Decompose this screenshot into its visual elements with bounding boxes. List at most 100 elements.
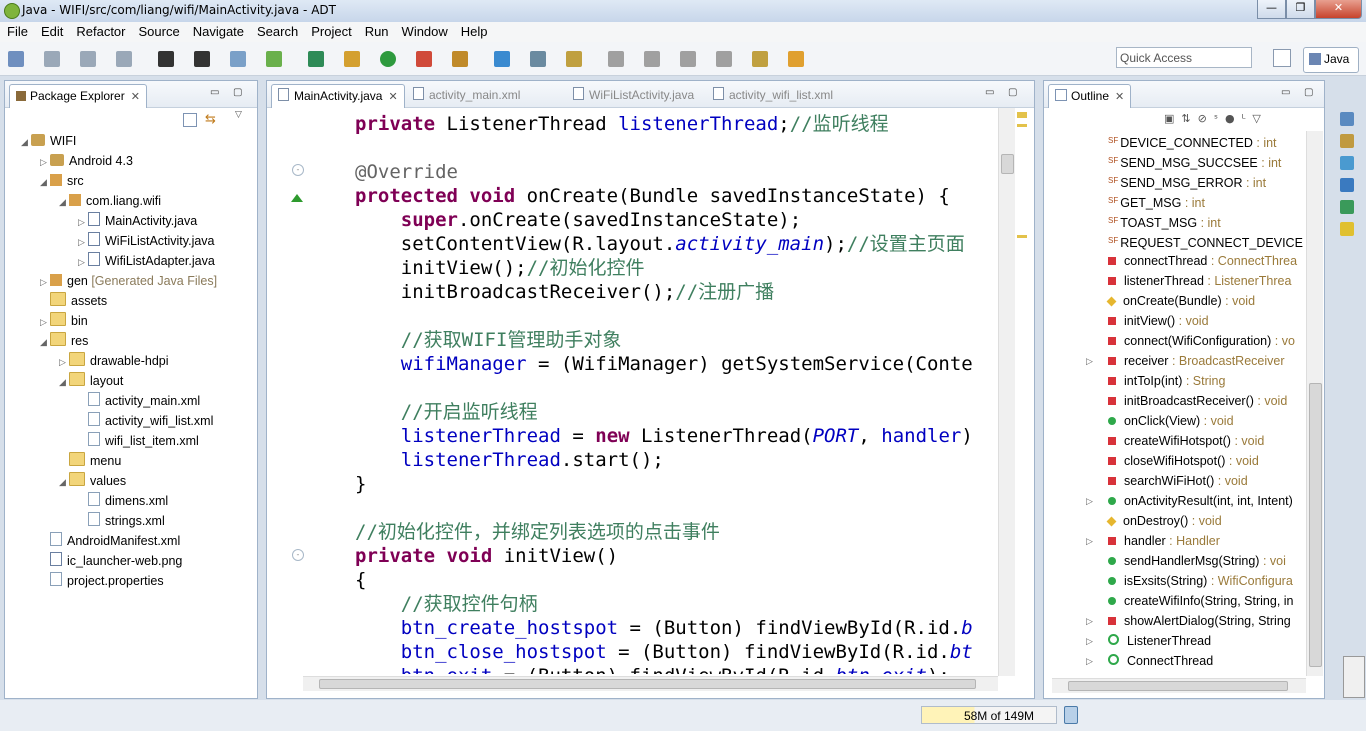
- menu-search[interactable]: Search: [250, 22, 304, 42]
- android-sdk-icon[interactable]: [230, 51, 246, 67]
- new-icon[interactable]: [8, 51, 24, 67]
- tree-item[interactable]: strings.xml: [78, 511, 165, 531]
- declaration-icon[interactable]: [1340, 134, 1354, 148]
- expanded-arrow-icon[interactable]: ◢: [59, 472, 69, 492]
- debug-icon[interactable]: [344, 51, 360, 67]
- restore-button[interactable]: ❐: [1286, 0, 1315, 19]
- tree-item[interactable]: ▷ Android 4.3: [40, 151, 133, 171]
- tree-item[interactable]: ◢ values: [59, 471, 126, 491]
- tree-item[interactable]: ic_launcher-web.png: [40, 551, 182, 571]
- collapsed-arrow-icon[interactable]: ▷: [1086, 531, 1093, 551]
- menu-edit[interactable]: Edit: [34, 22, 69, 42]
- run-icon[interactable]: [380, 51, 396, 67]
- external-tools-icon[interactable]: [416, 51, 432, 67]
- tab-outline[interactable]: Outline ✕: [1048, 84, 1132, 108]
- trim-console-icon[interactable]: [1343, 656, 1365, 698]
- tree-item[interactable]: activity_main.xml: [78, 391, 200, 411]
- tree-item[interactable]: AndroidManifest.xml: [40, 531, 180, 551]
- tree-item[interactable]: ◢ WIFI: [21, 131, 76, 151]
- tab-package-explorer[interactable]: Package Explorer ✕: [9, 84, 147, 108]
- hide-nonpublic-icon[interactable]: ●: [1225, 112, 1242, 125]
- tree-item[interactable]: ◢ src: [40, 171, 84, 191]
- overview-marker[interactable]: [1017, 235, 1027, 238]
- sort-icon[interactable]: ⇅: [1181, 112, 1197, 125]
- scrollbar-thumb[interactable]: [319, 679, 976, 689]
- scrollbar-thumb[interactable]: [1309, 383, 1322, 667]
- minimize-icon[interactable]: ▭: [210, 87, 219, 98]
- hide-local-types-icon[interactable]: ᴸ: [1242, 112, 1253, 125]
- tree-item[interactable]: ▷ gen [Generated Java Files]: [40, 271, 217, 291]
- tree-item[interactable]: menu: [59, 451, 121, 471]
- forward-icon[interactable]: [752, 51, 768, 67]
- collapsed-arrow-icon[interactable]: ▷: [40, 312, 50, 332]
- collapsed-arrow-icon[interactable]: ▷: [78, 232, 88, 252]
- open-type-icon[interactable]: [452, 51, 468, 67]
- view-menu-icon[interactable]: ▽: [235, 110, 242, 120]
- java-perspective-button[interactable]: Java: [1303, 47, 1359, 73]
- collapsed-arrow-icon[interactable]: ▷: [1086, 611, 1093, 631]
- collapsed-arrow-icon[interactable]: ▷: [78, 212, 88, 232]
- tree-item[interactable]: ▷ bin: [40, 311, 88, 331]
- close-button[interactable]: ✕: [1315, 0, 1362, 19]
- hide-static-icon[interactable]: ˢ: [1214, 112, 1225, 125]
- maximize-icon[interactable]: ▢: [1304, 87, 1313, 98]
- collapsed-arrow-icon[interactable]: ▷: [40, 272, 50, 292]
- pin-icon[interactable]: [788, 51, 804, 67]
- collapsed-arrow-icon[interactable]: ▷: [1086, 351, 1093, 371]
- editor-tab[interactable]: activity_main.xml: [407, 84, 526, 107]
- minimize-button[interactable]: —: [1257, 0, 1286, 19]
- download-icon[interactable]: [194, 51, 210, 67]
- menu-run[interactable]: Run: [358, 22, 395, 42]
- expanded-arrow-icon[interactable]: ◢: [21, 132, 31, 152]
- editor-tab[interactable]: activity_wifi_list.xml: [707, 84, 839, 107]
- maximize-icon[interactable]: ▢: [233, 87, 242, 98]
- console-icon[interactable]: [1340, 178, 1354, 192]
- search-results-icon[interactable]: [1340, 156, 1354, 170]
- editor-horizontal-scrollbar[interactable]: [303, 676, 998, 691]
- menu-window[interactable]: Window: [395, 22, 454, 42]
- outline-vertical-scrollbar[interactable]: [1306, 131, 1323, 676]
- android-avd-icon[interactable]: [266, 51, 282, 67]
- collapsed-arrow-icon[interactable]: ▷: [1086, 491, 1093, 511]
- collapsed-arrow-icon[interactable]: ▷: [40, 152, 50, 172]
- menu-source[interactable]: Source: [132, 22, 186, 42]
- annotation-prev-icon[interactable]: [608, 51, 624, 67]
- print-icon[interactable]: [116, 51, 132, 67]
- publish-icon[interactable]: [158, 51, 174, 67]
- tree-item[interactable]: ▷ WiFiListActivity.java: [78, 231, 215, 251]
- minimize-icon[interactable]: ▭: [985, 87, 994, 98]
- save-all-icon[interactable]: [80, 51, 96, 67]
- expanded-arrow-icon[interactable]: ◢: [40, 172, 50, 192]
- tree-item[interactable]: project.properties: [40, 571, 164, 591]
- back-icon[interactable]: [716, 51, 732, 67]
- overview-marker[interactable]: [1017, 124, 1027, 127]
- close-icon[interactable]: ✕: [388, 91, 397, 103]
- open-task-icon[interactable]: [530, 51, 546, 67]
- annotation-next-icon[interactable]: [644, 51, 660, 67]
- heap-status[interactable]: 58M of 149M: [921, 706, 1057, 724]
- tree-item[interactable]: dimens.xml: [78, 491, 168, 511]
- tree-item[interactable]: ▷ drawable-hdpi: [59, 351, 169, 371]
- skip-breakpoints-icon[interactable]: [308, 51, 324, 67]
- hide-fields-icon[interactable]: ⊘: [1198, 112, 1214, 125]
- javadoc-icon[interactable]: [1340, 112, 1354, 126]
- tree-item[interactable]: ◢ layout: [59, 371, 123, 391]
- menu-help[interactable]: Help: [454, 22, 494, 42]
- collapsed-arrow-icon[interactable]: ▷: [59, 352, 69, 372]
- close-icon[interactable]: ✕: [1115, 91, 1124, 103]
- open-perspective-icon[interactable]: [1273, 49, 1291, 67]
- editor-vertical-scrollbar[interactable]: [998, 108, 1015, 676]
- editor-tab[interactable]: WiFiListActivity.java: [567, 84, 700, 107]
- code-area[interactable]: private ListenerThread listenerThread;//…: [287, 108, 998, 674]
- progress-icon[interactable]: [1340, 200, 1354, 214]
- menu-project[interactable]: Project: [304, 22, 357, 42]
- quick-access-input[interactable]: Quick Access: [1116, 47, 1252, 68]
- last-edit-icon[interactable]: [680, 51, 696, 67]
- collapsed-arrow-icon[interactable]: ▷: [1086, 651, 1093, 671]
- link-with-editor-icon[interactable]: ⇆: [205, 112, 216, 127]
- save-icon[interactable]: [44, 51, 60, 67]
- minimize-icon[interactable]: ▭: [1281, 87, 1290, 98]
- android-devices-icon[interactable]: [1340, 222, 1354, 236]
- maximize-icon[interactable]: ▢: [1008, 87, 1017, 98]
- expanded-arrow-icon[interactable]: ◢: [59, 192, 69, 212]
